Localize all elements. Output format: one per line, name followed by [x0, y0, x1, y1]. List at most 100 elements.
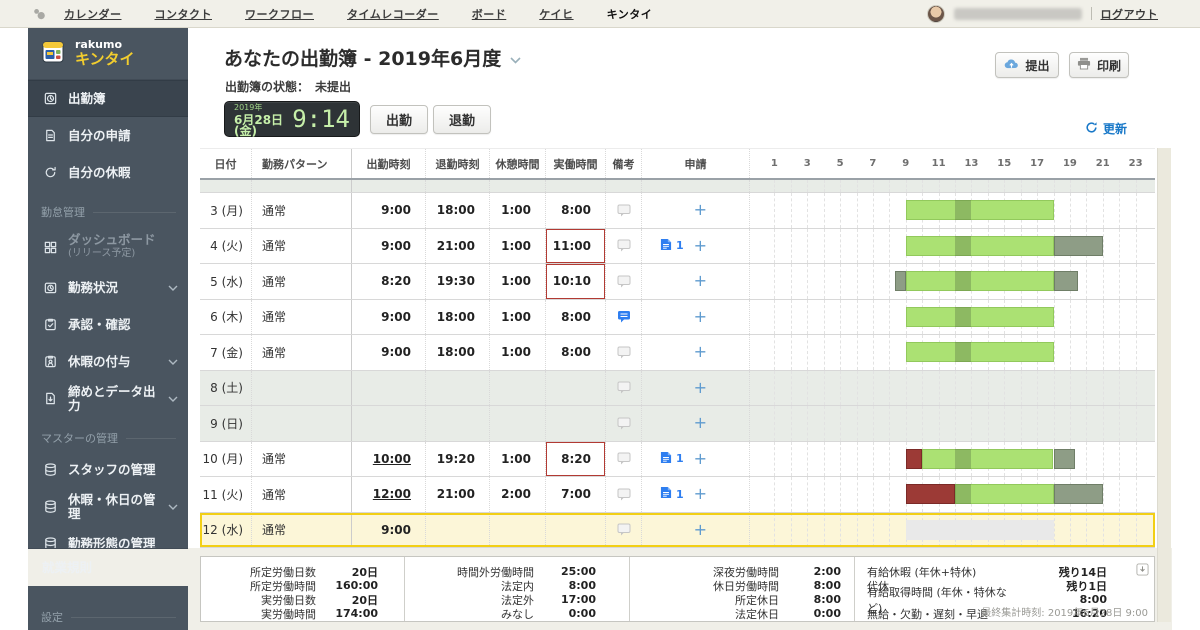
- gantt-bar-extra: [895, 271, 906, 291]
- logout-link[interactable]: ログアウト: [1101, 6, 1159, 22]
- summary-value: 174:00: [316, 607, 378, 620]
- cell-date: 10 (月): [200, 442, 252, 477]
- cell-timeline: [750, 335, 1155, 370]
- cell-request: 1+: [642, 442, 750, 477]
- request-doc-badge[interactable]: 1: [660, 486, 684, 502]
- cell-break-time: 1:00: [490, 335, 546, 370]
- timeline-gridline: [889, 513, 890, 548]
- timeline-gridline: [1070, 406, 1071, 441]
- timeline-gridline: [1103, 335, 1104, 370]
- table-row: 7 (金)通常9:0018:001:008:00+: [200, 335, 1155, 371]
- topbar-nav: カレンダー コンタクト ワークフロー タイムレコーダー ボード ケイヒ キンタイ: [64, 6, 652, 22]
- timeline-gridline: [791, 193, 792, 228]
- cell-date: 8 (土): [200, 371, 252, 406]
- add-request-button[interactable]: +: [694, 202, 707, 218]
- sidebar-item-work-rules[interactable]: 就業規則: [28, 548, 188, 586]
- timeline-gridline: [873, 300, 874, 335]
- sidebar-item-approval-confirm[interactable]: 承認・確認: [28, 306, 188, 343]
- summary-label: 実労働時間: [201, 606, 316, 622]
- sidebar-item-attendance-book[interactable]: 出勤簿: [28, 80, 188, 117]
- hour-tick: 13: [964, 158, 978, 169]
- topbar-link-キンタイ[interactable]: キンタイ: [607, 6, 653, 22]
- chevron-down-icon[interactable]: [510, 47, 521, 69]
- cell-clock-in-time[interactable]: 12:00: [352, 477, 426, 512]
- sidebar-item-closing-export[interactable]: 締めとデータ出力: [28, 380, 188, 417]
- cell-timeline: [750, 229, 1155, 264]
- timeline-gridline: [873, 477, 874, 512]
- timeline-gridline: [1070, 335, 1071, 370]
- sidebar-item-leave-grant[interactable]: 休暇の付与: [28, 343, 188, 380]
- sidebar-item-holiday-management[interactable]: 休暇・休日の管理: [28, 488, 188, 525]
- refresh-circle-icon: [42, 165, 58, 180]
- cell-clock-in-time[interactable]: 10:00: [352, 442, 426, 477]
- sidebar-item-my-requests[interactable]: 自分の申請: [28, 117, 188, 154]
- topbar-link-カレンダー[interactable]: カレンダー: [64, 6, 122, 22]
- download-icon[interactable]: [1136, 561, 1149, 580]
- cell-date: 6 (木): [200, 300, 252, 335]
- topbar-link-コンタクト[interactable]: コンタクト: [155, 6, 213, 22]
- timeline-gridline: [807, 180, 808, 192]
- timeline-gridline: [1119, 406, 1120, 441]
- timeline-gridline: [889, 335, 890, 370]
- add-request-button[interactable]: +: [694, 522, 707, 538]
- timeline-gridline: [1086, 335, 1087, 370]
- memo-icon[interactable]: [617, 346, 631, 359]
- memo-icon[interactable]: [617, 452, 631, 465]
- cell-clock-out-time: 19:20: [426, 442, 490, 477]
- topbar-link-ボード[interactable]: ボード: [472, 6, 507, 22]
- topbar-link-ワークフロー[interactable]: ワークフロー: [245, 6, 314, 22]
- memo-icon[interactable]: [617, 381, 631, 394]
- doc-icon: [42, 128, 58, 143]
- sidebar-item-work-status[interactable]: 勤務状況: [28, 269, 188, 306]
- add-request-button[interactable]: +: [694, 451, 707, 467]
- add-request-button[interactable]: +: [694, 486, 707, 502]
- cell-clock-in-time: 9:00: [352, 229, 426, 264]
- summary-row: 法定休日0:00: [630, 607, 854, 620]
- cell-memo: [606, 406, 642, 441]
- submit-button[interactable]: 提出: [995, 52, 1059, 78]
- memo-icon[interactable]: [617, 310, 631, 323]
- topbar-link-ケイヒ[interactable]: ケイヒ: [539, 6, 573, 22]
- add-request-button[interactable]: +: [694, 344, 707, 360]
- summary-row: 所定労働日数20日: [201, 565, 404, 578]
- cell-break-time: [490, 371, 546, 406]
- summary-value: 8:00: [779, 593, 841, 606]
- memo-icon[interactable]: [617, 204, 631, 217]
- add-request-button[interactable]: +: [694, 309, 707, 325]
- request-doc-badge[interactable]: 1: [660, 451, 684, 467]
- memo-icon[interactable]: [617, 417, 631, 430]
- gantt-bar-break: [955, 307, 971, 327]
- timeline-gridline: [824, 193, 825, 228]
- cell-clock-out-time: 19:30: [426, 264, 490, 299]
- add-request-button[interactable]: +: [694, 380, 707, 396]
- memo-icon[interactable]: [617, 239, 631, 252]
- timeline-gridline: [857, 264, 858, 299]
- refresh-label: 更新: [1103, 120, 1127, 137]
- clock-in-button[interactable]: 出勤: [370, 105, 428, 134]
- timeline-gridline: [774, 335, 775, 370]
- memo-icon[interactable]: [617, 488, 631, 501]
- timeline-gridline: [873, 406, 874, 441]
- summary-value: 160:00: [316, 579, 378, 592]
- add-request-button[interactable]: +: [694, 238, 707, 254]
- add-request-button[interactable]: +: [694, 415, 707, 431]
- timeline-gridline: [1119, 180, 1120, 192]
- cell-timeline: [750, 371, 1155, 406]
- sidebar-item-my-leave[interactable]: 自分の休暇: [28, 154, 188, 191]
- add-request-button[interactable]: +: [694, 273, 707, 289]
- request-doc-badge[interactable]: 1: [660, 238, 684, 254]
- timeline-gridline: [824, 406, 825, 441]
- print-button[interactable]: 印刷: [1069, 52, 1129, 78]
- scrollbar-track[interactable]: [1157, 148, 1171, 622]
- memo-icon[interactable]: [617, 275, 631, 288]
- sidebar-item-staff-management[interactable]: スタッフの管理: [28, 451, 188, 488]
- topbar-link-タイムレコーダー[interactable]: タイムレコーダー: [347, 6, 439, 22]
- cell-date: 4 (火): [200, 229, 252, 264]
- cell-break-time: [490, 180, 546, 192]
- column-header-4: 休憩時間: [490, 149, 546, 178]
- sidebar-item-dashboard[interactable]: ダッシュボード(リリース予定): [28, 225, 188, 269]
- refresh-link[interactable]: 更新: [1085, 120, 1127, 137]
- clock-out-button[interactable]: 退勤: [433, 105, 491, 134]
- timeline-gridline: [807, 477, 808, 512]
- memo-icon[interactable]: [617, 523, 631, 536]
